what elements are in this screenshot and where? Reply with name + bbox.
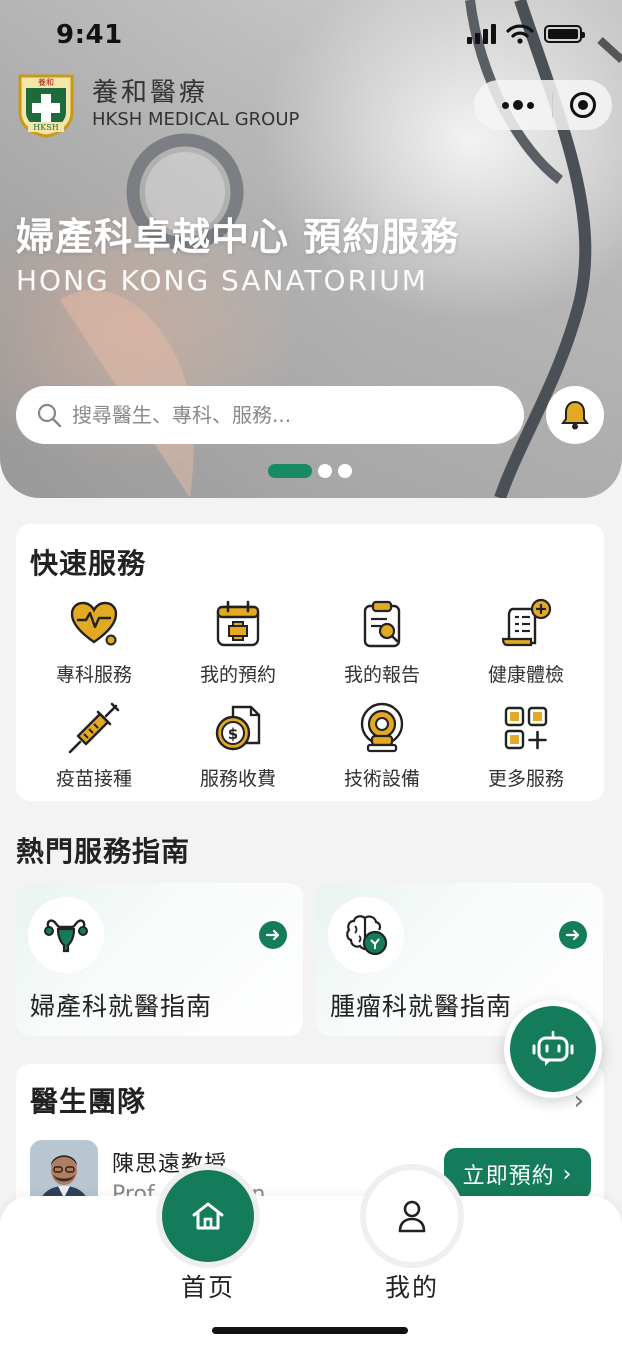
quick-services-grid: 專科服務 我的預約 我的報告 健康體檢 疫苗接種 $ 服務收費 技術設備 更多服…: [22, 596, 598, 804]
pager-dot[interactable]: [338, 464, 352, 478]
banner-pager: [268, 464, 352, 478]
home-indicator: [212, 1327, 408, 1334]
search-icon: [37, 403, 62, 428]
tab-home-circle: [162, 1170, 254, 1262]
brand-name-en: HKSH MEDICAL GROUP: [92, 109, 300, 130]
quick-item-label: 專科服務: [55, 664, 132, 686]
signal-icon: [467, 24, 496, 44]
quick-item-label: 健康體檢: [487, 664, 564, 686]
arrow-right-icon[interactable]: [559, 921, 587, 949]
brand-name-zh: 養和醫療: [92, 78, 209, 108]
book-now-label: 立即預約: [462, 1164, 555, 1189]
heart-pulse-icon: [66, 596, 122, 652]
tab-home[interactable]: 首页: [158, 1170, 258, 1304]
tab-home-label: 首页: [180, 1273, 235, 1302]
quick-item-label: 疫苗接種: [55, 768, 132, 790]
quick-item-equipment[interactable]: 技術設備: [310, 700, 454, 804]
assistant-fab[interactable]: [504, 1000, 602, 1098]
quick-item-label: 服務收費: [199, 768, 276, 790]
hksh-logo: 養和 HKSH: [16, 72, 76, 138]
bell-icon: [561, 400, 589, 430]
battery-icon: [544, 25, 585, 43]
uterus-icon: [28, 897, 104, 973]
miniapp-capsule: [474, 80, 612, 130]
fab-inner: [510, 1006, 596, 1092]
wifi-icon: [506, 24, 534, 44]
close-miniapp-icon[interactable]: [570, 92, 596, 118]
user-icon: [398, 1200, 426, 1233]
search-input[interactable]: [70, 402, 494, 428]
quick-item-label: 技術設備: [343, 768, 420, 790]
syringe-icon: [66, 700, 122, 756]
quick-item-appointments[interactable]: 我的預約: [166, 596, 310, 700]
search-bar[interactable]: [16, 386, 524, 444]
checklist-plus-icon: [498, 596, 554, 652]
scanner-machine-icon: [354, 700, 410, 756]
chevron-right-icon: ›: [562, 1161, 573, 1187]
brain-icon: [328, 897, 404, 973]
svg-text:養和: 養和: [38, 77, 54, 87]
guide-label: 婦產科就醫指南: [30, 992, 213, 1021]
book-now-button[interactable]: 立即預約 ›: [444, 1148, 591, 1200]
quick-item-vaccination[interactable]: 疫苗接種: [22, 700, 166, 804]
quick-item-health-check[interactable]: 健康體檢: [454, 596, 598, 700]
clipboard-search-icon: [354, 596, 410, 652]
grid-plus-icon: [498, 700, 554, 756]
more-options-icon[interactable]: [502, 100, 534, 110]
tab-me[interactable]: 我的: [362, 1170, 462, 1304]
guide-card-obgyn[interactable]: 婦產科就醫指南: [16, 883, 303, 1036]
quick-services-card: 快速服務 專科服務 我的預約 我的報告 健康體檢 疫苗接種 $ 服務收費 技術設…: [16, 524, 604, 801]
quick-item-specialty[interactable]: 專科服務: [22, 596, 166, 700]
quick-item-label: 我的預約: [199, 664, 276, 686]
capsule-divider: [551, 92, 553, 118]
hero-subtitle: HONG KONG SANATORIUM: [16, 264, 428, 297]
tab-me-circle: [366, 1170, 458, 1262]
svg-text:$: $: [228, 725, 238, 743]
calendar-plus-icon: [210, 596, 266, 652]
coin-document-icon: $: [210, 700, 266, 756]
quick-item-reports[interactable]: 我的報告: [310, 596, 454, 700]
doctor-team-title: 醫生團隊: [30, 1085, 147, 1118]
quick-item-label: 更多服務: [487, 768, 564, 790]
status-icons: [467, 24, 585, 44]
quick-services-title: 快速服務: [30, 547, 147, 580]
guide-label: 腫瘤科就醫指南: [330, 992, 513, 1021]
hot-guides-title: 熱門服務指南: [16, 835, 191, 868]
status-bar: 9:41: [0, 0, 622, 70]
hero-title: 婦產科卓越中心 預約服務: [16, 215, 460, 259]
brand-text: 養和醫療 HKSH MEDICAL GROUP: [92, 78, 299, 132]
quick-item-more[interactable]: 更多服務: [454, 700, 598, 804]
pager-dot-active[interactable]: [268, 464, 312, 478]
tab-me-label: 我的: [384, 1273, 439, 1302]
quick-item-label: 我的報告: [343, 664, 420, 686]
arrow-right-icon[interactable]: [259, 921, 287, 949]
status-time: 9:41: [56, 20, 123, 50]
svg-text:HKSH: HKSH: [33, 123, 58, 132]
notification-button[interactable]: [546, 386, 604, 444]
brand: 養和 HKSH 養和醫療 HKSH MEDICAL GROUP: [16, 72, 299, 138]
quick-item-fees[interactable]: $ 服務收費: [166, 700, 310, 804]
robot-icon: [532, 1030, 574, 1066]
hero-banner[interactable]: 9:41 養和 HKSH 養和醫療 HKSH MEDICAL GROUP 婦產科…: [0, 0, 622, 498]
pager-dot[interactable]: [318, 464, 332, 478]
home-icon: [192, 1202, 224, 1230]
